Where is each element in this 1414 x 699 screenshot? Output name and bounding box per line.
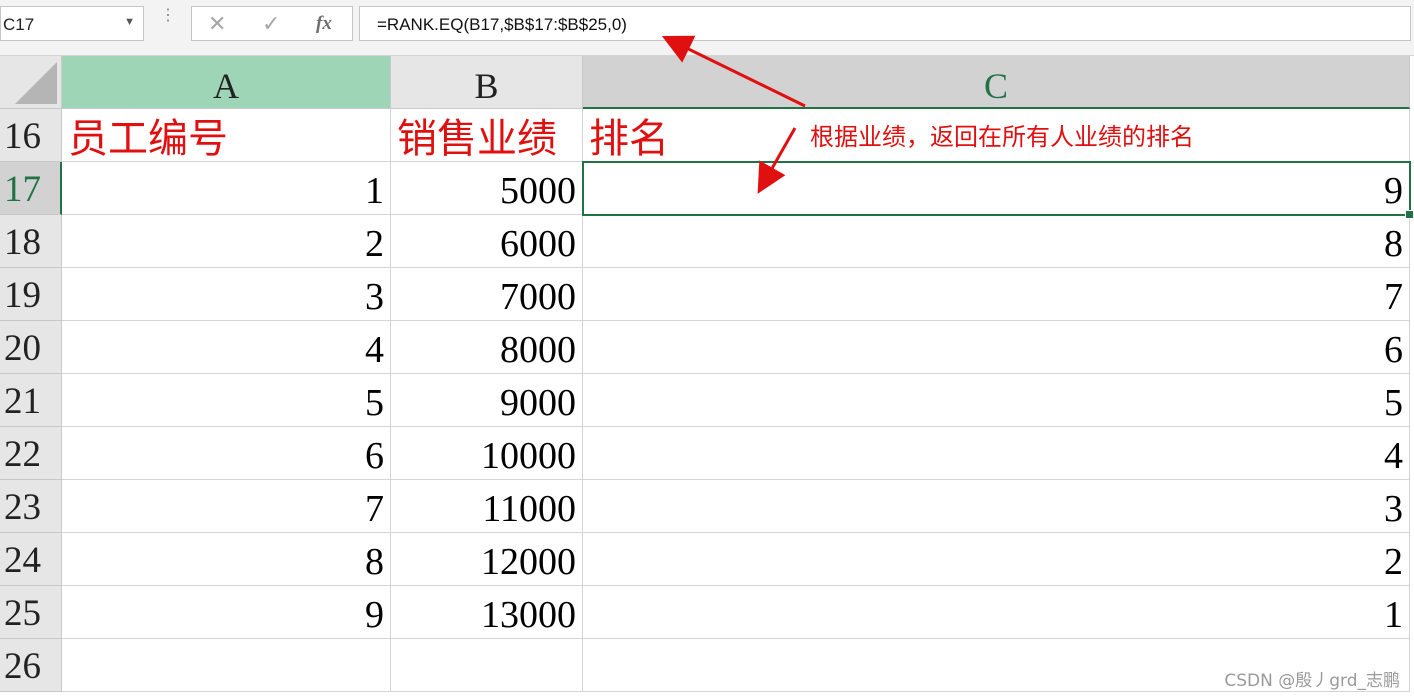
formula-buttons: ✕ ✓ fx bbox=[191, 6, 353, 41]
cell-b21[interactable]: 9000 bbox=[391, 374, 583, 427]
cell-a22[interactable]: 6 bbox=[62, 427, 391, 480]
cell-a19[interactable]: 3 bbox=[62, 268, 391, 321]
cell-b26[interactable] bbox=[391, 639, 583, 692]
name-box[interactable]: C17 ▼ bbox=[0, 6, 144, 41]
cell-c17[interactable]: 9 bbox=[583, 162, 1410, 215]
watermark: CSDN @殷丿grd_志鹏 bbox=[1224, 671, 1400, 691]
cell-a24[interactable]: 8 bbox=[62, 533, 391, 586]
cell-c21[interactable]: 5 bbox=[583, 374, 1410, 427]
formula-input[interactable]: =RANK.EQ(B17,$B$17:$B$25,0) bbox=[359, 6, 1411, 41]
cell-b25[interactable]: 13000 bbox=[391, 586, 583, 639]
spreadsheet-grid: A B C 16 员工编号 销售业绩 排名 17 1 5000 9 18 2 6000 8 19 3 700… bbox=[0, 56, 1414, 699]
row-header-24[interactable]: 24 bbox=[0, 533, 62, 586]
cell-a23[interactable]: 7 bbox=[62, 480, 391, 533]
cell-c22[interactable]: 4 bbox=[583, 427, 1410, 480]
cell-a20[interactable]: 4 bbox=[62, 321, 391, 374]
chevron-down-icon[interactable]: ▼ bbox=[124, 16, 135, 28]
cell-c23[interactable]: 3 bbox=[583, 480, 1410, 533]
more-options-icon[interactable]: ⋮ bbox=[160, 8, 176, 34]
cell-b16[interactable]: 销售业绩 bbox=[391, 109, 583, 162]
cell-a26[interactable] bbox=[62, 639, 391, 692]
cell-b18[interactable]: 6000 bbox=[391, 215, 583, 268]
column-header-b[interactable]: B bbox=[391, 56, 583, 109]
cancel-icon[interactable]: ✕ bbox=[208, 11, 226, 37]
cell-a25[interactable]: 9 bbox=[62, 586, 391, 639]
cell-c20[interactable]: 6 bbox=[583, 321, 1410, 374]
row-header-16[interactable]: 16 bbox=[0, 109, 62, 162]
cell-b17[interactable]: 5000 bbox=[391, 162, 583, 215]
cell-b22[interactable]: 10000 bbox=[391, 427, 583, 480]
formula-bar: C17 ▼ ⋮ ✕ ✓ fx =RANK.EQ(B17,$B$17:$B$25,… bbox=[0, 0, 1414, 56]
cell-a16[interactable]: 员工编号 bbox=[62, 109, 391, 162]
cell-b19[interactable]: 7000 bbox=[391, 268, 583, 321]
cell-c18[interactable]: 8 bbox=[583, 215, 1410, 268]
row-header-22[interactable]: 22 bbox=[0, 427, 62, 480]
name-box-value[interactable]: C17 bbox=[3, 15, 34, 35]
row-header-20[interactable]: 20 bbox=[0, 321, 62, 374]
insert-function-icon[interactable]: fx bbox=[316, 13, 332, 35]
row-header-21[interactable]: 21 bbox=[0, 374, 62, 427]
row-header-19[interactable]: 19 bbox=[0, 268, 62, 321]
annotation-text: 根据业绩，返回在所有人业绩的排名 bbox=[810, 123, 1194, 151]
row-header-25[interactable]: 25 bbox=[0, 586, 62, 639]
cell-c19[interactable]: 7 bbox=[583, 268, 1410, 321]
cell-b23[interactable]: 11000 bbox=[391, 480, 583, 533]
row-header-23[interactable]: 23 bbox=[0, 480, 62, 533]
row-header-17[interactable]: 17 bbox=[0, 162, 62, 215]
cell-a17[interactable]: 1 bbox=[62, 162, 391, 215]
confirm-icon[interactable]: ✓ bbox=[262, 11, 280, 37]
cell-a18[interactable]: 2 bbox=[62, 215, 391, 268]
column-header-c[interactable]: C bbox=[583, 56, 1410, 109]
column-header-a[interactable]: A bbox=[62, 56, 391, 109]
cell-c25[interactable]: 1 bbox=[583, 586, 1410, 639]
cell-b24[interactable]: 12000 bbox=[391, 533, 583, 586]
cell-a21[interactable]: 5 bbox=[62, 374, 391, 427]
formula-text[interactable]: =RANK.EQ(B17,$B$17:$B$25,0) bbox=[377, 15, 627, 35]
cell-c24[interactable]: 2 bbox=[583, 533, 1410, 586]
row-header-18[interactable]: 18 bbox=[0, 215, 62, 268]
fill-handle[interactable] bbox=[1405, 210, 1414, 219]
cell-b20[interactable]: 8000 bbox=[391, 321, 583, 374]
select-all-button[interactable] bbox=[0, 56, 62, 109]
row-header-26[interactable]: 26 bbox=[0, 639, 62, 692]
